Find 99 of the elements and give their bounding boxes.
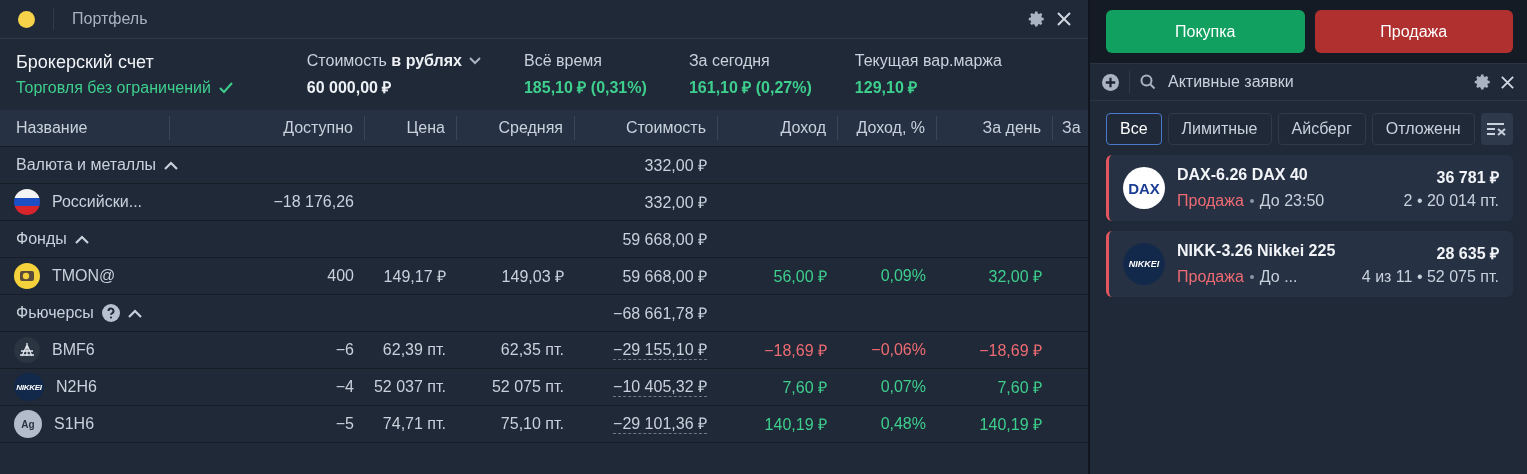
table-cell-text: 59 668,00 ₽	[622, 267, 707, 287]
chevron-icon[interactable]	[74, 234, 89, 244]
sell-button[interactable]: Продажа	[1314, 10, 1513, 53]
instrument-name[interactable]: TMON@	[52, 267, 116, 285]
table-cell-text: 7,60 ₽	[997, 378, 1042, 398]
column-header[interactable]: Цена	[365, 116, 457, 140]
column-header[interactable]: За день	[937, 116, 1053, 140]
order-name: DAX-6.26 DAX 40	[1177, 166, 1308, 185]
summary-value: 60 000,00 ₽	[306, 77, 393, 98]
filter-tab[interactable]: Айсберг	[1277, 113, 1366, 145]
table-cell: −5	[335, 415, 354, 433]
clear-filter-icon[interactable]	[1481, 113, 1513, 145]
table-cell-text: 56,00 ₽	[773, 267, 827, 287]
order-amount: 36 781 ₽	[1436, 168, 1499, 188]
help-icon[interactable]	[101, 304, 120, 322]
index-logo: DAX	[1123, 167, 1165, 209]
filter-tab[interactable]: Лимитные	[1167, 113, 1272, 145]
index-logo: NIKKEI	[14, 373, 44, 401]
summary-label[interactable]: Стоимость в рублях	[306, 51, 462, 70]
chevron-down-icon[interactable]	[469, 56, 481, 65]
table-cell-text: 140,19 ₽	[979, 415, 1042, 435]
order-card[interactable]: NIKKEI NIKK-3.26 Nikkei 225 28 635 ₽ Продажа До ... 4 из 11 • 52 075 пт.	[1106, 231, 1513, 297]
table-cell: 75,10 пт.	[500, 415, 564, 433]
order-name: NIKK-3.26 Nikkei 225	[1177, 242, 1336, 261]
table-cell: −6	[335, 341, 354, 359]
order-details: 4 из 11 • 52 075 пт.	[1361, 268, 1499, 286]
settings-icon[interactable]	[1028, 10, 1046, 28]
table-cell: −0,06%	[871, 341, 926, 359]
metal-logo: Ag	[14, 410, 42, 438]
table-cell: 62,39 пт.	[382, 341, 446, 359]
order-side: Продажа	[1177, 268, 1244, 286]
group-total: −68 661,78 ₽	[612, 304, 707, 324]
table-cell: 52 037 пт.	[373, 378, 446, 396]
order-details: 2 • 20 014 пт.	[1403, 192, 1499, 210]
table-cell: 62,35 пт.	[500, 341, 564, 359]
close-icon[interactable]	[1500, 74, 1515, 90]
filter-tab[interactable]: Отложенн	[1371, 113, 1475, 145]
table-cell-text: −18,69 ₽	[979, 341, 1042, 361]
table-cell: 0,09%	[880, 267, 926, 285]
order-side: Продажа	[1177, 192, 1244, 210]
summary-value: 161,10 ₽ (0,27%)	[688, 77, 813, 98]
add-icon[interactable]	[1102, 73, 1119, 91]
table-cell-text: 149,17 ₽	[383, 267, 446, 287]
summary-label: Текущая вар.маржа	[854, 51, 1002, 70]
instrument-name[interactable]: N2H6	[56, 378, 97, 396]
oil-rig-icon	[14, 337, 40, 363]
coin-icon	[14, 263, 40, 289]
filter-tab[interactable]: Все	[1106, 113, 1162, 145]
account-name: Брокерский счет	[16, 52, 155, 73]
table-cell: 74,71 пт.	[382, 415, 446, 433]
column-header[interactable]: Название	[0, 116, 170, 140]
chevron-icon[interactable]	[127, 308, 142, 318]
group-total: 59 668,00 ₽	[621, 230, 707, 250]
table-cell: −4	[335, 378, 354, 396]
summary-value: 185,10 ₽ (0,31%)	[523, 77, 648, 98]
group-label: Валюта и металлы	[16, 156, 156, 174]
summary-label: За сегодня	[688, 51, 770, 70]
order-expiry: До ...	[1259, 268, 1298, 286]
table-cell-text: 332,00 ₽	[644, 193, 707, 213]
summary-value: 129,10 ₽	[854, 77, 919, 98]
column-header[interactable]: Доход, %	[838, 116, 937, 140]
flag-icon	[14, 189, 40, 215]
table-cell-text: 140,19 ₽	[764, 415, 827, 435]
group-total: 332,00 ₽	[643, 156, 707, 176]
order-amount: 28 635 ₽	[1436, 244, 1499, 264]
table-cell-text: −18,69 ₽	[764, 341, 827, 361]
instrument-name[interactable]: S1H6	[54, 415, 95, 433]
order-card[interactable]: DAX DAX-6.26 DAX 40 36 781 ₽ Продажа До 23:50 2 • 20 014 пт.	[1106, 155, 1513, 221]
table-cell-text: 7,60 ₽	[782, 378, 827, 398]
settings-icon[interactable]	[1474, 73, 1492, 91]
window-title: Портфель	[72, 10, 148, 28]
table-cell: 52 075 пт.	[491, 378, 564, 396]
column-header[interactable]: За	[1053, 116, 1088, 140]
trading-status: Торговля без ограничений	[16, 79, 211, 97]
column-header[interactable]: Стоимость	[575, 116, 718, 140]
column-header[interactable]: Средняя	[457, 116, 575, 140]
column-header[interactable]: Доход	[718, 116, 838, 140]
group-label: Фьючерсы	[16, 304, 94, 322]
column-header[interactable]: Доступно	[170, 116, 365, 140]
index-logo: NIKKEI	[1123, 243, 1165, 285]
table-cell: 0,07%	[880, 378, 926, 396]
table-cell: 0,48%	[880, 415, 926, 433]
instrument-name[interactable]: BMF6	[52, 341, 95, 359]
table-cell-text: 149,03 ₽	[501, 267, 564, 287]
panel-title: Активные заявки	[1168, 73, 1294, 91]
table-cell: −29 101,36 ₽	[613, 414, 707, 434]
status-dot-icon	[18, 10, 35, 28]
close-icon[interactable]	[1056, 11, 1072, 27]
summary-label: Всё время	[523, 51, 602, 70]
group-label: Фонды	[16, 230, 67, 248]
table-cell: −18 176,26	[273, 193, 354, 211]
table-cell: 400	[327, 267, 354, 285]
table-cell-text: 32,00 ₽	[988, 267, 1042, 287]
instrument-name[interactable]: Российски...	[52, 193, 142, 211]
table-cell: −29 155,10 ₽	[613, 340, 707, 360]
table-cell: −10 405,32 ₽	[613, 377, 707, 397]
chevron-icon[interactable]	[164, 160, 178, 170]
order-expiry: До 23:50	[1259, 192, 1325, 210]
search-icon[interactable]	[1140, 74, 1156, 90]
